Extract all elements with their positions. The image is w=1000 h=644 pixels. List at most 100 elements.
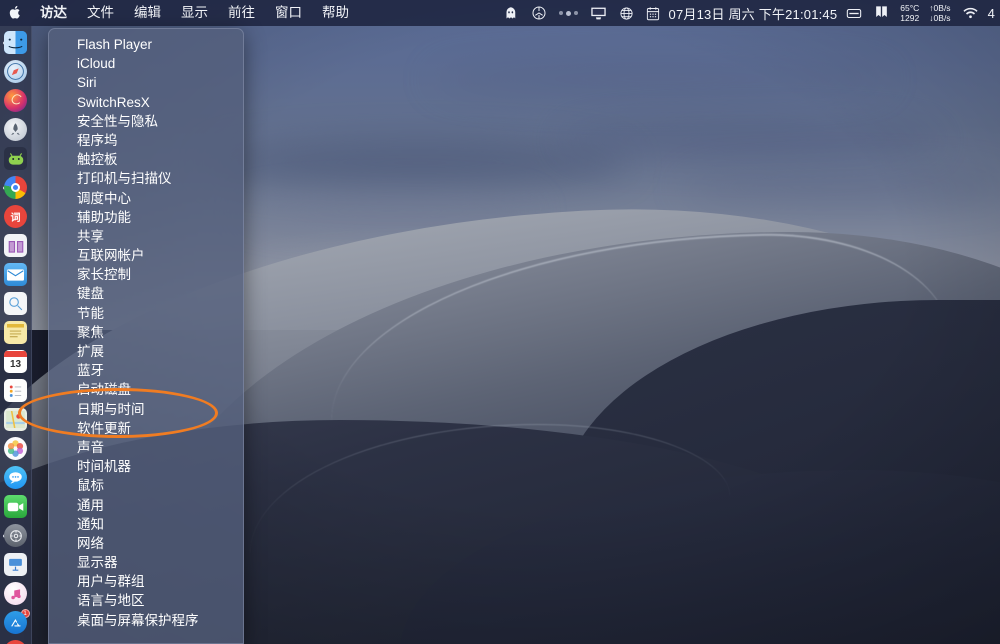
menu-option-security[interactable]: 安全性与隐私 — [49, 112, 243, 131]
menu-option-spotlight[interactable]: 聚焦 — [49, 323, 243, 342]
notes-icon — [4, 321, 27, 344]
dock-item-system-preferences[interactable] — [2, 522, 30, 549]
menu-item-file[interactable]: 文件 — [77, 0, 124, 26]
menu-item-help[interactable]: 帮助 — [312, 0, 359, 26]
upload-speed: ↑0B/s — [929, 3, 951, 13]
menu-option-sound[interactable]: 声音 — [49, 438, 243, 457]
fan-speed: 1292 — [900, 13, 920, 23]
dock-item-android-studio[interactable] — [2, 145, 30, 172]
facetime-icon — [4, 495, 27, 518]
menu-option-mouse[interactable]: 鼠标 — [49, 476, 243, 495]
menu-option-displays[interactable]: 显示器 — [49, 553, 243, 572]
app-store-icon — [4, 611, 27, 634]
dock-item-messages[interactable] — [2, 464, 30, 491]
menu-option-sharing[interactable]: 共享 — [49, 227, 243, 246]
menu-option-startup-disk[interactable]: 启动磁盘 — [49, 380, 243, 399]
calendar-icon[interactable] — [640, 0, 666, 26]
chrome-icon — [4, 176, 27, 199]
dock-item-calendar[interactable]: 13 — [2, 348, 30, 375]
menu-option-desktop-screensaver[interactable]: 桌面与屏幕保护程序 — [49, 611, 243, 630]
mail-icon — [4, 263, 27, 286]
menu-item-window[interactable]: 窗口 — [265, 0, 312, 26]
calendar-icon: 13 — [4, 350, 27, 373]
preview-icon — [4, 292, 27, 315]
menu-option-bluetooth[interactable]: 蓝牙 — [49, 361, 243, 380]
apple-logo-icon[interactable] — [0, 5, 30, 22]
dock-item-mail[interactable] — [2, 261, 30, 288]
network-speed-readout[interactable]: ↑0B/s ↓0B/s — [924, 3, 955, 23]
menu-option-general[interactable]: 通用 — [49, 496, 243, 515]
menu-item-view[interactable]: 显示 — [171, 0, 218, 26]
display-arrow-icon[interactable] — [584, 0, 613, 26]
clipboard-icon[interactable] — [840, 0, 868, 26]
menu-bar-left: 访达 文件 编辑 显示 前往 窗口 帮助 — [0, 0, 359, 26]
menu-option-internet-accounts[interactable]: 互联网帐户 — [49, 246, 243, 265]
dot — [573, 11, 578, 15]
itunes-icon — [4, 582, 27, 605]
youdao-dict-icon: 词 — [4, 205, 27, 228]
firefox-icon — [4, 89, 27, 112]
dock-item-vivaldi[interactable] — [2, 638, 30, 644]
finder-icon — [4, 31, 27, 54]
system-preferences-dropdown-menu[interactable]: Flash Player iCloud Siri SwitchResX 安全性与… — [48, 28, 244, 644]
dock-item-safari[interactable] — [2, 58, 30, 85]
menu-option-trackpad[interactable]: 触控板 — [49, 150, 243, 169]
menu-item-finder[interactable]: 访达 — [30, 0, 77, 26]
menu-option-network[interactable]: 网络 — [49, 534, 243, 553]
menu-option-keyboard[interactable]: 键盘 — [49, 284, 243, 303]
bartender-dots-icon[interactable] — [553, 10, 584, 16]
globe-icon[interactable] — [613, 0, 640, 26]
dock-item-facetime[interactable] — [2, 493, 30, 520]
books-icon — [4, 234, 27, 257]
dock-item-books[interactable] — [2, 232, 30, 259]
menu-option-accessibility[interactable]: 辅助功能 — [49, 208, 243, 227]
dock-item-finder[interactable] — [2, 29, 30, 56]
dock-item-photos[interactable] — [2, 435, 30, 462]
dock-item-launchpad[interactable] — [2, 116, 30, 143]
menu-option-users-groups[interactable]: 用户与群组 — [49, 572, 243, 591]
menu-option-energy-saver[interactable]: 节能 — [49, 304, 243, 323]
dock-item-airdrop[interactable] — [2, 551, 30, 578]
menu-item-edit[interactable]: 编辑 — [124, 0, 171, 26]
menu-option-time-machine[interactable]: 时间机器 — [49, 457, 243, 476]
dock-item-chrome[interactable] — [2, 174, 30, 201]
dock-item-app-store[interactable]: 1 — [2, 609, 30, 636]
vivaldi-icon — [4, 640, 27, 644]
menu-option-dock[interactable]: 程序坞 — [49, 131, 243, 150]
temperature-readout[interactable]: 65°C 1292 — [895, 3, 924, 23]
compass-icon[interactable] — [525, 0, 553, 26]
battery-percent[interactable]: 4 — [985, 6, 998, 21]
dock-item-youdao-dict[interactable]: 词 — [2, 203, 30, 230]
ghost-icon[interactable] — [498, 0, 525, 26]
safari-icon — [4, 60, 27, 83]
dock-item-reminders[interactable] — [2, 377, 30, 404]
dot — [565, 10, 571, 16]
menu-option-siri[interactable]: Siri — [49, 73, 243, 92]
menubar-datetime[interactable]: 07月13日 周六 下午21:01:45 — [666, 4, 841, 23]
menu-option-language-region[interactable]: 语言与地区 — [49, 591, 243, 610]
dock-item-preview[interactable] — [2, 290, 30, 317]
reminders-icon — [4, 379, 27, 402]
dock-item-maps[interactable] — [2, 406, 30, 433]
dock-item-notes[interactable] — [2, 319, 30, 346]
menu-option-date-time[interactable]: 日期与时间 — [49, 400, 243, 419]
menu-option-printers[interactable]: 打印机与扫描仪 — [49, 169, 243, 188]
menu-bar: 访达 文件 编辑 显示 前往 窗口 帮助 07月13日 周六 下午21:01:4… — [0, 0, 1000, 26]
menu-option-notifications[interactable]: 通知 — [49, 515, 243, 534]
menu-option-mission-control[interactable]: 调度中心 — [49, 189, 243, 208]
menu-option-icloud[interactable]: iCloud — [49, 54, 243, 73]
menu-option-parental-controls[interactable]: 家长控制 — [49, 265, 243, 284]
menu-option-software-update[interactable]: 软件更新 — [49, 419, 243, 438]
icon-glyph: 词 — [10, 213, 21, 224]
menu-option-flash-player[interactable]: Flash Player — [49, 35, 243, 54]
airdrop-icon — [4, 553, 27, 576]
menu-item-go[interactable]: 前往 — [218, 0, 265, 26]
dock-item-firefox[interactable] — [2, 87, 30, 114]
download-speed: ↓0B/s — [929, 13, 951, 23]
dock-item-itunes[interactable] — [2, 580, 30, 607]
menu-option-extensions[interactable]: 扩展 — [49, 342, 243, 361]
flag-icon[interactable] — [868, 0, 895, 26]
wifi-icon[interactable] — [956, 0, 985, 26]
menu-option-switchresx[interactable]: SwitchResX — [49, 93, 243, 112]
system-preferences-icon — [4, 524, 27, 547]
